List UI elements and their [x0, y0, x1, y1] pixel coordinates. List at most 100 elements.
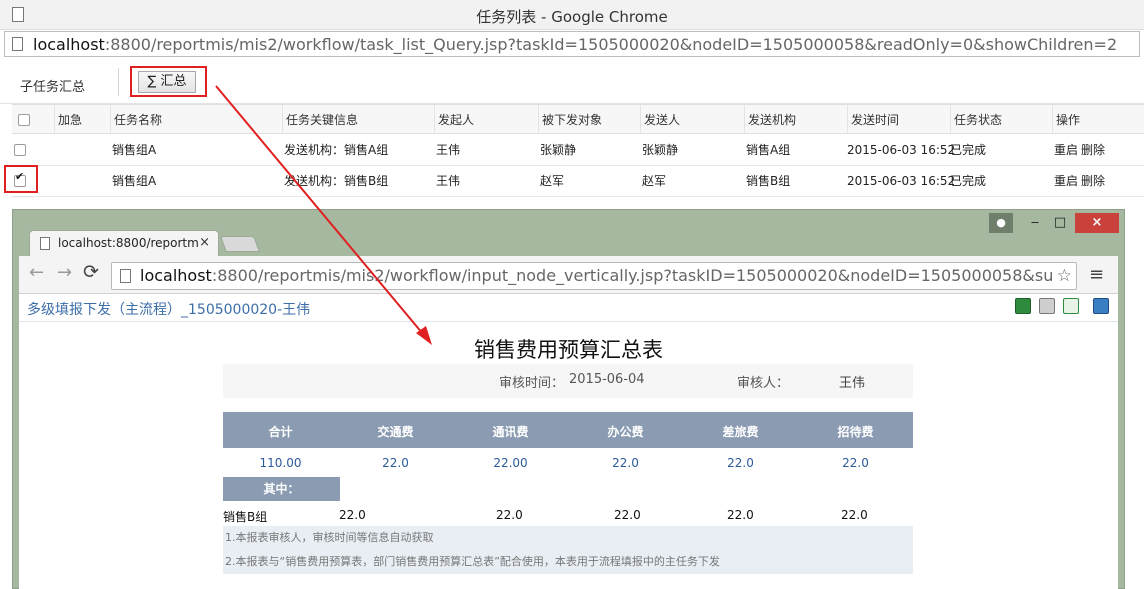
page-icon [12, 37, 23, 51]
url-host: localhost [33, 35, 105, 54]
select-all-checkbox[interactable] [18, 114, 30, 126]
column-header[interactable]: 发送机构 [744, 105, 847, 133]
column-header[interactable]: 发送人 [640, 105, 744, 133]
new-tab-button[interactable] [220, 236, 260, 252]
summary-value: 22.0 [382, 456, 409, 470]
select-all-cell[interactable] [12, 105, 54, 133]
url-host: localhost [140, 266, 212, 285]
spreadsheet-icon[interactable] [1063, 298, 1079, 314]
delete-link[interactable]: 删除 [1081, 135, 1105, 165]
note-line: 1.本报表审核人，审核时间等信息自动获取 [225, 531, 434, 544]
table-header-row: 加急 任务名称 任务关键信息 发起人 被下发对象 发送人 发送机构 发送时间 任… [12, 104, 1144, 134]
summary-value: 110.00 [259, 456, 302, 470]
sending-org: 销售B组 [746, 174, 791, 188]
sending-org: 销售A组 [746, 143, 791, 157]
send-time: 2015-06-03 16:52 [847, 174, 956, 188]
save-icon[interactable] [1093, 298, 1109, 314]
url-path: :8800/reportmis/mis2/workflow/input_node… [211, 266, 1052, 285]
browser-tab[interactable]: localhost:8800/reportmi × [29, 230, 219, 256]
user-icon[interactable]: ● [989, 213, 1013, 233]
page-icon [120, 269, 131, 283]
report-title: 销售费用预算汇总表 [474, 338, 663, 362]
group-value: 22.0 [339, 508, 366, 522]
tab-title: localhost:8800/reportmi [58, 236, 198, 250]
group-value: 22.0 [614, 508, 641, 522]
forward-arrow-icon[interactable]: → [57, 262, 72, 283]
urgent-cell [54, 135, 110, 165]
summary-value: 22.00 [493, 456, 528, 470]
target: 张颖静 [540, 143, 577, 157]
maximize-button[interactable]: □ [1049, 213, 1071, 233]
auditor-label: 审核人： [737, 376, 790, 391]
summary-value: 22.0 [842, 456, 869, 470]
summary-header: 通讯费 [492, 425, 529, 439]
column-header[interactable]: 发起人 [434, 105, 538, 133]
group-value: 22.0 [727, 508, 754, 522]
flow-title: 多级填报下发（主流程）_1505000020-王伟 [27, 302, 311, 318]
highlight-box [4, 165, 38, 193]
report-header-bar: 多级填报下发（主流程）_1505000020-王伟 [19, 294, 1118, 322]
delete-link[interactable]: 删除 [1081, 166, 1105, 196]
column-header[interactable]: 任务名称 [110, 105, 282, 133]
address-bar[interactable]: localhost:8800/reportmis/mis2/workflow/t… [4, 31, 1140, 57]
sender: 张颖静 [642, 143, 679, 157]
task-key-info: 发送机构：销售B组 [284, 174, 389, 188]
sender: 赵军 [642, 174, 667, 188]
table-row[interactable]: 销售组A 发送机构：销售B组 王伟 赵军 赵军 销售B组 2015-06-03 … [12, 166, 1144, 197]
summary-header: 交通费 [377, 425, 414, 439]
back-arrow-icon[interactable]: ← [29, 262, 44, 283]
audit-time-value: 2015-06-04 [569, 372, 645, 387]
menu-icon[interactable]: ≡ [1089, 264, 1104, 285]
summary-header-row: 合计 交通费 通讯费 办公费 差旅费 招待费 [223, 412, 913, 448]
group-name: 销售B组 [223, 510, 268, 524]
column-header[interactable]: 任务状态 [950, 105, 1052, 133]
print-icon[interactable] [1039, 298, 1055, 314]
export-excel-icon[interactable] [1015, 298, 1031, 314]
auditor-value: 王伟 [839, 376, 866, 391]
report-page: 多级填报下发（主流程）_1505000020-王伟 销售费用预算汇总表 审核时间… [19, 294, 1118, 589]
target: 赵军 [540, 174, 565, 188]
column-header[interactable]: 加急 [54, 105, 110, 133]
toolbar-divider [118, 68, 119, 96]
summary-value: 22.0 [727, 456, 754, 470]
browser-nav-bar: ← → ⟳ localhost:8800/reportmis/mis2/work… [19, 256, 1118, 294]
initiator: 王伟 [436, 143, 461, 157]
close-window-button[interactable]: × [1075, 213, 1119, 233]
task-name: 销售组A [112, 143, 157, 157]
summary-header: 招待费 [837, 425, 874, 439]
report-notes: 1.本报表审核人，审核时间等信息自动获取 2.本报表与“销售费用预算表，部门销售… [223, 526, 913, 574]
sub-task-summary-label: 子任务汇总 [20, 80, 86, 95]
row-checkbox[interactable] [14, 144, 26, 156]
note-line: 2.本报表与“销售费用预算表，部门销售费用预算汇总表”配合使用，本表用于流程填报… [225, 555, 720, 568]
restart-link[interactable]: 重启 [1054, 135, 1078, 165]
window-title: 任务列表 - Google Chrome [476, 8, 668, 26]
initiator: 王伟 [436, 174, 461, 188]
url-path: :8800/reportmis/mis2/workflow/task_list_… [104, 35, 1118, 54]
minimize-button[interactable]: ‒ [1025, 213, 1045, 233]
bookmark-star-icon[interactable]: ☆ [1057, 266, 1072, 286]
summary-header: 合计 [268, 425, 293, 439]
column-header[interactable]: 操作 [1052, 105, 1144, 133]
table-row[interactable]: 销售组A 发送机构：销售A组 王伟 张颖静 张颖静 销售A组 2015-06-0… [12, 135, 1144, 166]
summary-header: 办公费 [607, 425, 644, 439]
page-icon [40, 237, 50, 250]
address-url[interactable]: localhost:8800/reportmis/mis2/workflow/t… [33, 35, 1117, 54]
column-header[interactable]: 任务关键信息 [282, 105, 434, 133]
column-header[interactable]: 发送时间 [847, 105, 950, 133]
window-titlebar: 任务列表 - Google Chrome [0, 0, 1144, 30]
column-header[interactable]: 被下发对象 [538, 105, 640, 133]
task-key-info: 发送机构：销售A组 [284, 143, 389, 157]
audit-time-label: 审核时间： [499, 376, 565, 391]
tab-close-icon[interactable]: × [199, 235, 210, 250]
group-value: 22.0 [841, 508, 868, 522]
task-status: 已完成 [950, 143, 987, 157]
task-name: 销售组A [112, 174, 157, 188]
inner-address-bar[interactable]: localhost:8800/reportmis/mis2/workflow/i… [111, 262, 1077, 290]
summary-header: 差旅费 [722, 425, 759, 439]
restart-link[interactable]: 重启 [1054, 166, 1078, 196]
highlight-box [130, 66, 207, 97]
audit-info-row: 审核时间： 2015-06-04 审核人： 王伟 [223, 364, 913, 398]
urgent-cell [54, 166, 110, 196]
inner-address-url[interactable]: localhost:8800/reportmis/mis2/workflow/i… [140, 266, 1052, 285]
reload-icon[interactable]: ⟳ [83, 261, 99, 283]
